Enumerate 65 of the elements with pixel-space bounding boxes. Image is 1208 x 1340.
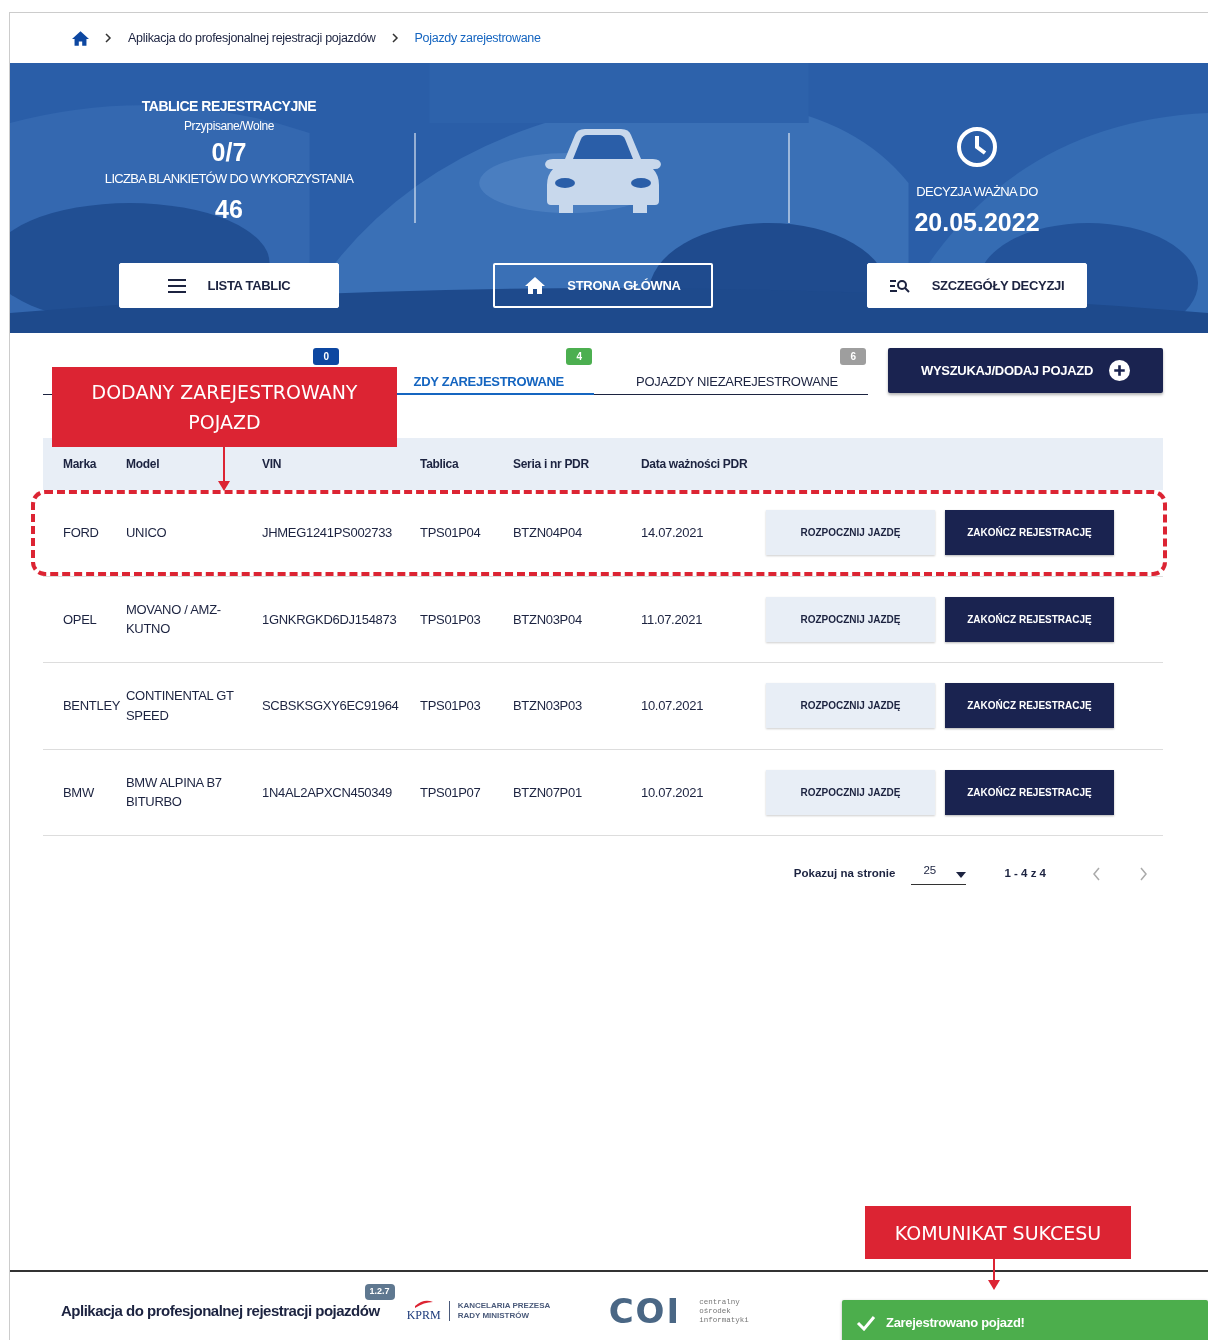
finish-registration-button[interactable]: ZAKOŃCZ REJESTRACJĘ xyxy=(945,683,1114,729)
start-drive-button[interactable]: ROZPOCZNIJ JAZDĘ xyxy=(766,510,935,556)
table-cell: BMW ALPINA B7 BITURBO xyxy=(126,774,222,810)
table-cell: SCBSKSGXY6EC91964 xyxy=(262,698,399,713)
add-vehicle-button[interactable]: WYSZUKAJ/DODAJ POJAZD xyxy=(888,348,1163,393)
table-cell: CONTINENTAL GT SPEED xyxy=(126,688,234,723)
table-cell: TPS01P03 xyxy=(420,611,481,627)
version-badge: 1.2.7 xyxy=(364,1284,395,1300)
app-name: Aplikacja do profesjonalnej rejestracji pojazdów xyxy=(61,1300,380,1321)
plates-value: 0/7 xyxy=(211,137,247,168)
plates-subtitle: Przypisane/Wolne xyxy=(183,118,275,135)
table-cell: 1GNKRGKD6DJ154873 xyxy=(262,611,397,627)
hero-button[interactable]: STRONA GŁÓWNA xyxy=(493,263,713,308)
count-badge: 0 xyxy=(313,348,339,365)
logo-text: KPRM xyxy=(406,1308,441,1322)
count-badge: 4 xyxy=(566,348,592,365)
table-cell: TPS01P03 xyxy=(420,698,481,713)
column-header: Data ważności PDR xyxy=(641,456,749,473)
finish-registration-button[interactable]: ZAKOŃCZ REJESTRACJĘ xyxy=(945,769,1114,815)
page-size-label: Pokazuj na stronie xyxy=(793,865,896,881)
blanks-label: LICZBA BLANKIETÓW DO WYKORZYSTANIA xyxy=(104,170,354,188)
table-cell: BENTLEY xyxy=(63,698,121,713)
column-header: Marka xyxy=(62,456,98,473)
table-cell: 14.07.2021 xyxy=(641,525,704,540)
toast-message: Zarejestrowano pojazd! xyxy=(886,1314,1025,1333)
table-cell: MOVANO / AMZ-KUTNO xyxy=(126,601,221,637)
count-badge: 6 xyxy=(840,348,866,365)
table-cell: BTZN04P04 xyxy=(513,525,582,540)
page-size-select[interactable]: 25 xyxy=(911,862,967,885)
start-drive-button[interactable]: ROZPOCZNIJ JAZDĘ xyxy=(766,769,935,815)
annotation-tooltip: KOMUNIKAT SUKCESU xyxy=(865,1206,1131,1259)
table-cell: 1N4AL2APXCN450349 xyxy=(262,784,393,800)
table-cell: 11.07.2021 xyxy=(641,611,703,627)
logo-text: COI xyxy=(608,1289,682,1333)
table-cell: JHMEG1241PS002733 xyxy=(262,525,393,540)
table-cell: 10.07.2021 xyxy=(641,784,704,800)
annotation-tooltip: DODANY ZAREJESTROWANY POJAZD xyxy=(52,367,397,447)
start-drive-button[interactable]: ROZPOCZNIJ JAZDĘ xyxy=(766,596,935,642)
hero-button[interactable]: LISTA TABLIC xyxy=(119,263,339,308)
page-range: 1 - 4 z 4 xyxy=(1004,865,1046,881)
table-cell: OPEL xyxy=(63,611,97,627)
hero-button[interactable]: SZCZEGÓŁY DECYZJI xyxy=(867,263,1087,308)
decision-date: 20.05.2022 xyxy=(914,206,1040,238)
table-cell: FORD xyxy=(63,525,99,540)
table-cell: BTZN07P01 xyxy=(513,784,582,800)
column-header: Tablica xyxy=(420,456,460,473)
column-header: Seria i nr PDR xyxy=(513,456,590,473)
table-cell: UNICO xyxy=(126,525,167,540)
table-cell: TPS01P07 xyxy=(420,784,481,800)
finish-registration-button[interactable]: ZAKOŃCZ REJESTRACJĘ xyxy=(945,596,1114,642)
column-header: Model xyxy=(126,456,161,473)
table-cell: BMW xyxy=(63,784,94,800)
logo-caption: KANCELARIA PREZESA RADY MINISTRÓW xyxy=(448,1301,564,1321)
finish-registration-button[interactable]: ZAKOŃCZ REJESTRACJĘ xyxy=(945,510,1114,556)
table-cell: 10.07.2021 xyxy=(641,698,704,713)
breadcrumb-current[interactable]: Pojazdy zarejestrowane xyxy=(414,28,541,48)
breadcrumb-link[interactable]: Aplikacja do profesjonalnej rejestracji pojazdów xyxy=(128,28,376,48)
table-cell: BTZN03P03 xyxy=(513,698,582,713)
table-cell: BTZN03P04 xyxy=(513,611,582,627)
blanks-value: 46 xyxy=(215,193,243,225)
column-header: VIN xyxy=(262,456,283,473)
plates-title: TABLICE REJESTRACYJNE xyxy=(141,97,317,116)
decision-label: DECYZJA WAŻNA DO xyxy=(916,183,1038,201)
start-drive-button[interactable]: ROZPOCZNIJ JAZDĘ xyxy=(766,683,935,729)
table-cell: TPS01P04 xyxy=(420,525,481,540)
